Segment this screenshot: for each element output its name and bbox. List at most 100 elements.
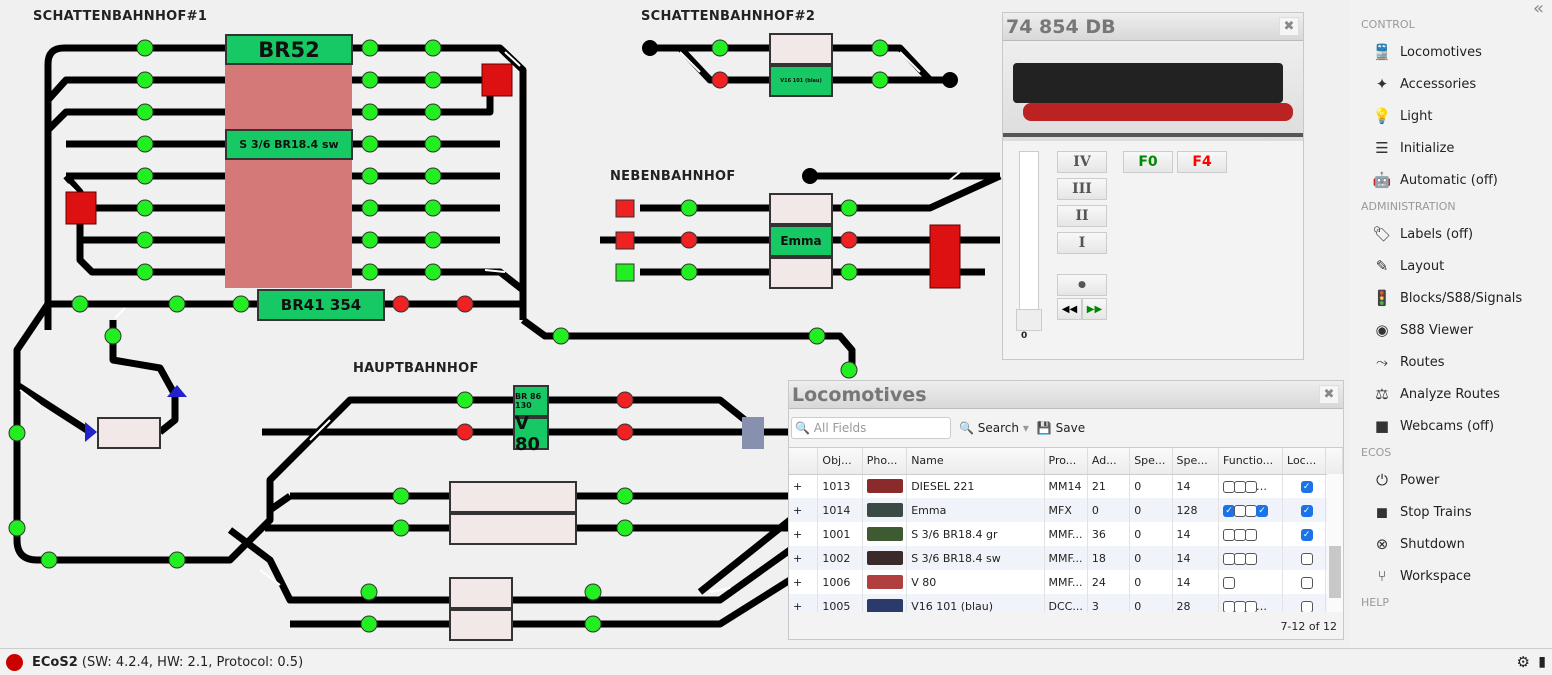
- block-empty[interactable]: [97, 417, 161, 449]
- feedback-sensor[interactable]: [360, 583, 378, 601]
- book-icon[interactable]: ▮: [1538, 654, 1546, 670]
- function-checkbox[interactable]: [1223, 576, 1235, 589]
- column-header[interactable]: Functio...: [1218, 448, 1284, 475]
- function-checkbox[interactable]: [1245, 600, 1257, 612]
- column-header[interactable]: Spe...: [1172, 448, 1220, 475]
- feedback-sensor[interactable]: [456, 391, 474, 409]
- block-empty[interactable]: [769, 33, 833, 65]
- feedback-sensor[interactable]: [424, 263, 442, 281]
- table-row[interactable]: + 1002 S 3/6 BR18.4 sw MMF... 18 0 14: [789, 546, 1343, 570]
- table-row[interactable]: + 1006 V 80 MMF... 24 0 14: [789, 570, 1343, 594]
- feedback-sensor[interactable]: [616, 487, 634, 505]
- feedback-sensor[interactable]: [552, 327, 570, 345]
- feedback-sensor[interactable]: [840, 199, 858, 217]
- speed-step-1[interactable]: I: [1057, 232, 1107, 254]
- close-icon[interactable]: ✖: [1279, 17, 1299, 36]
- loc-checkbox[interactable]: ✓: [1300, 480, 1313, 493]
- sidebar-item-shutdown[interactable]: ⊗ Shutdown: [1350, 528, 1552, 560]
- reverse-button[interactable]: ◀◀: [1057, 298, 1082, 320]
- speed-step-4[interactable]: IV: [1057, 151, 1107, 173]
- table-row[interactable]: + 1013 DIESEL 221 MM14 21 0 14 … ✓: [789, 474, 1343, 498]
- function-checkbox[interactable]: [1245, 528, 1257, 541]
- table-row[interactable]: + 1014 Emma MFX 0 0 128 ✓ ✓ ✓: [789, 498, 1343, 522]
- function-checkbox[interactable]: [1245, 552, 1257, 565]
- feedback-sensor[interactable]: [424, 167, 442, 185]
- feedback-sensor[interactable]: [168, 295, 186, 313]
- speed-step-2[interactable]: II: [1057, 205, 1107, 227]
- feedback-sensor[interactable]: [711, 71, 729, 89]
- loc-checkbox[interactable]: [1300, 576, 1313, 589]
- feedback-sensor[interactable]: [8, 424, 26, 442]
- feedback-sensor[interactable]: [680, 231, 698, 249]
- function-f4[interactable]: F4: [1177, 151, 1227, 173]
- settings-icon[interactable]: ⚙: [1517, 653, 1530, 671]
- feedback-sensor[interactable]: [616, 519, 634, 537]
- scrollbar[interactable]: [1327, 474, 1343, 612]
- sidebar-item-locomotives[interactable]: 🚆 Locomotives: [1350, 36, 1552, 68]
- feedback-sensor[interactable]: [871, 39, 889, 57]
- column-header[interactable]: Pho...: [862, 448, 908, 475]
- function-checkbox[interactable]: ✓: [1256, 504, 1268, 517]
- search-button[interactable]: 🔍 Search ▾: [959, 421, 1029, 435]
- feedback-sensor[interactable]: [136, 71, 154, 89]
- feedback-sensor[interactable]: [361, 71, 379, 89]
- feedback-sensor[interactable]: [361, 167, 379, 185]
- feedback-sensor[interactable]: [424, 103, 442, 121]
- feedback-sensor[interactable]: [456, 423, 474, 441]
- feedback-sensor[interactable]: [136, 135, 154, 153]
- sidebar-item-blocks-s88-signals[interactable]: 🚦 Blocks/S88/Signals: [1350, 282, 1552, 314]
- expand-icon[interactable]: +: [789, 498, 819, 522]
- feedback-sensor[interactable]: [392, 519, 410, 537]
- feedback-sensor[interactable]: [360, 615, 378, 633]
- feedback-sensor[interactable]: [840, 263, 858, 281]
- close-icon[interactable]: ✖: [1319, 385, 1339, 404]
- feedback-sensor[interactable]: [584, 615, 602, 633]
- sidebar-item-webcams-off-[interactable]: ■ Webcams (off): [1350, 410, 1552, 442]
- feedback-sensor[interactable]: [361, 231, 379, 249]
- block-br41[interactable]: BR41 354: [257, 289, 385, 321]
- feedback-sensor[interactable]: [711, 39, 729, 57]
- feedback-sensor[interactable]: [424, 71, 442, 89]
- sidebar-item-stop-trains[interactable]: ◼ Stop Trains: [1350, 496, 1552, 528]
- search-input[interactable]: 🔍 All Fields: [791, 417, 951, 439]
- feedback-sensor[interactable]: [361, 199, 379, 217]
- column-header[interactable]: Loc...: [1282, 448, 1327, 475]
- block-empty[interactable]: [769, 257, 833, 289]
- feedback-sensor[interactable]: [616, 391, 634, 409]
- column-header[interactable]: Obj...: [817, 448, 863, 475]
- feedback-sensor[interactable]: [104, 327, 122, 345]
- loc-checkbox[interactable]: [1300, 600, 1313, 612]
- block-empty[interactable]: [449, 577, 513, 609]
- loc-checkbox[interactable]: [1300, 552, 1313, 565]
- feedback-sensor[interactable]: [232, 295, 250, 313]
- expand-icon[interactable]: +: [789, 594, 819, 612]
- feedback-sensor[interactable]: [136, 167, 154, 185]
- feedback-sensor[interactable]: [424, 39, 442, 57]
- forward-button[interactable]: ▶▶: [1082, 298, 1107, 320]
- block-empty[interactable]: [769, 193, 833, 225]
- column-header[interactable]: Pro...: [1044, 448, 1088, 475]
- block-br52[interactable]: BR52: [225, 34, 353, 65]
- column-header[interactable]: Spe...: [1129, 448, 1173, 475]
- sidebar-item-light[interactable]: 💡 Light: [1350, 100, 1552, 132]
- feedback-sensor[interactable]: [424, 231, 442, 249]
- block-empty[interactable]: [449, 513, 577, 545]
- feedback-sensor[interactable]: [361, 39, 379, 57]
- feedback-sensor[interactable]: [424, 135, 442, 153]
- feedback-sensor[interactable]: [168, 551, 186, 569]
- feedback-sensor[interactable]: [680, 263, 698, 281]
- feedback-sensor[interactable]: [136, 231, 154, 249]
- sidebar-item-routes[interactable]: ⤳ Routes: [1350, 346, 1552, 378]
- feedback-sensor[interactable]: [456, 295, 474, 313]
- expand-icon[interactable]: +: [789, 546, 819, 570]
- sidebar-item-labels-off-[interactable]: 🏷 Labels (off): [1350, 218, 1552, 250]
- column-header[interactable]: Ad...: [1087, 448, 1131, 475]
- feedback-sensor[interactable]: [871, 71, 889, 89]
- sidebar-item-layout[interactable]: ✎ Layout: [1350, 250, 1552, 282]
- table-row[interactable]: + 1005 V16 101 (blau) DCC... 3 0 28 …: [789, 594, 1343, 612]
- feedback-sensor[interactable]: [136, 103, 154, 121]
- sidebar-item-workspace[interactable]: ⑂ Workspace: [1350, 560, 1552, 592]
- column-header[interactable]: Name: [906, 448, 1045, 475]
- collapse-sidebar-icon[interactable]: «: [1350, 0, 1552, 18]
- block-empty[interactable]: [449, 481, 577, 513]
